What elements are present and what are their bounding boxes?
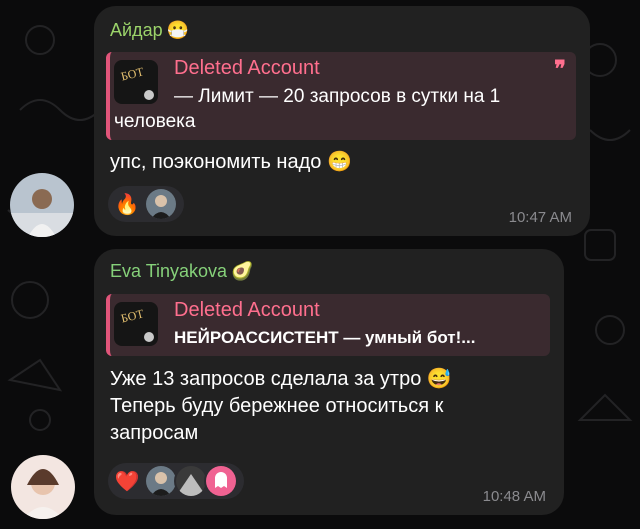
reply-text-line1: — Лимит — 20 запросов в сутки на 1: [174, 86, 501, 107]
sender-name-text: Айдар: [110, 20, 163, 40]
sender-status-emoji: 🥑: [231, 261, 254, 281]
avatar-eva[interactable]: [11, 455, 75, 519]
reply-text-line1: НЕЙРОАССИСТЕНТ — умный бот!...: [174, 328, 476, 347]
reply-author-name: Deleted Account: [174, 57, 320, 79]
quote-icon: ❞: [554, 56, 566, 81]
reply-author-name: Deleted Account: [174, 299, 320, 321]
sender-name-text: Eva Tinyakova: [110, 261, 228, 281]
reaction-fire-emoji[interactable]: 🔥: [114, 192, 140, 217]
message-text-line3: запросам: [110, 422, 199, 444]
sender-name[interactable]: Eva Tinyakova 🥑: [110, 261, 253, 282]
reply-quote[interactable]: БОТ Deleted Account ❞ — Лимит — 20 запро…: [106, 52, 576, 140]
message-bubble[interactable]: Айдар 😷 БОТ Deleted Account ❞ — Лимит — 2…: [94, 6, 590, 236]
reply-text-line2: человека: [114, 111, 196, 132]
reactor-avatar: [174, 464, 208, 498]
bot-avatar-thumbnail: БОТ: [114, 60, 158, 104]
message-bubble[interactable]: Eva Tinyakova 🥑 БОТ Deleted Account НЕЙРО…: [94, 249, 564, 515]
reactions-bar[interactable]: 🔥: [108, 186, 184, 222]
reply-quote[interactable]: БОТ Deleted Account НЕЙРОАССИСТЕНТ — умн…: [106, 294, 550, 356]
thumb-dot: [144, 90, 154, 100]
reactor-avatar: [144, 187, 178, 221]
reactions-bar[interactable]: ❤️: [108, 463, 244, 499]
bot-badge-text: БОТ: [119, 306, 146, 326]
sender-status-emoji: 😷: [166, 20, 190, 40]
message-text-line2: Теперь буду бережнее относиться к: [110, 395, 444, 417]
reaction-heart-emoji[interactable]: ❤️: [114, 469, 140, 494]
message-timestamp: 10:47 AM: [508, 209, 572, 226]
message-timestamp: 10:48 AM: [482, 488, 546, 505]
reactor-avatar: [204, 464, 238, 498]
thumb-dot: [144, 332, 154, 342]
bot-avatar-thumbnail: БОТ: [114, 302, 158, 346]
avatar-aidar[interactable]: [10, 173, 74, 237]
message-text-line1: Уже 13 запросов сделала за утро 😅: [110, 368, 452, 390]
sender-name[interactable]: Айдар 😷: [110, 20, 189, 41]
reactor-avatar: [144, 464, 178, 498]
bot-badge-text: БОТ: [119, 64, 146, 84]
message-text: упс, поэкономить надо 😁: [110, 151, 352, 173]
